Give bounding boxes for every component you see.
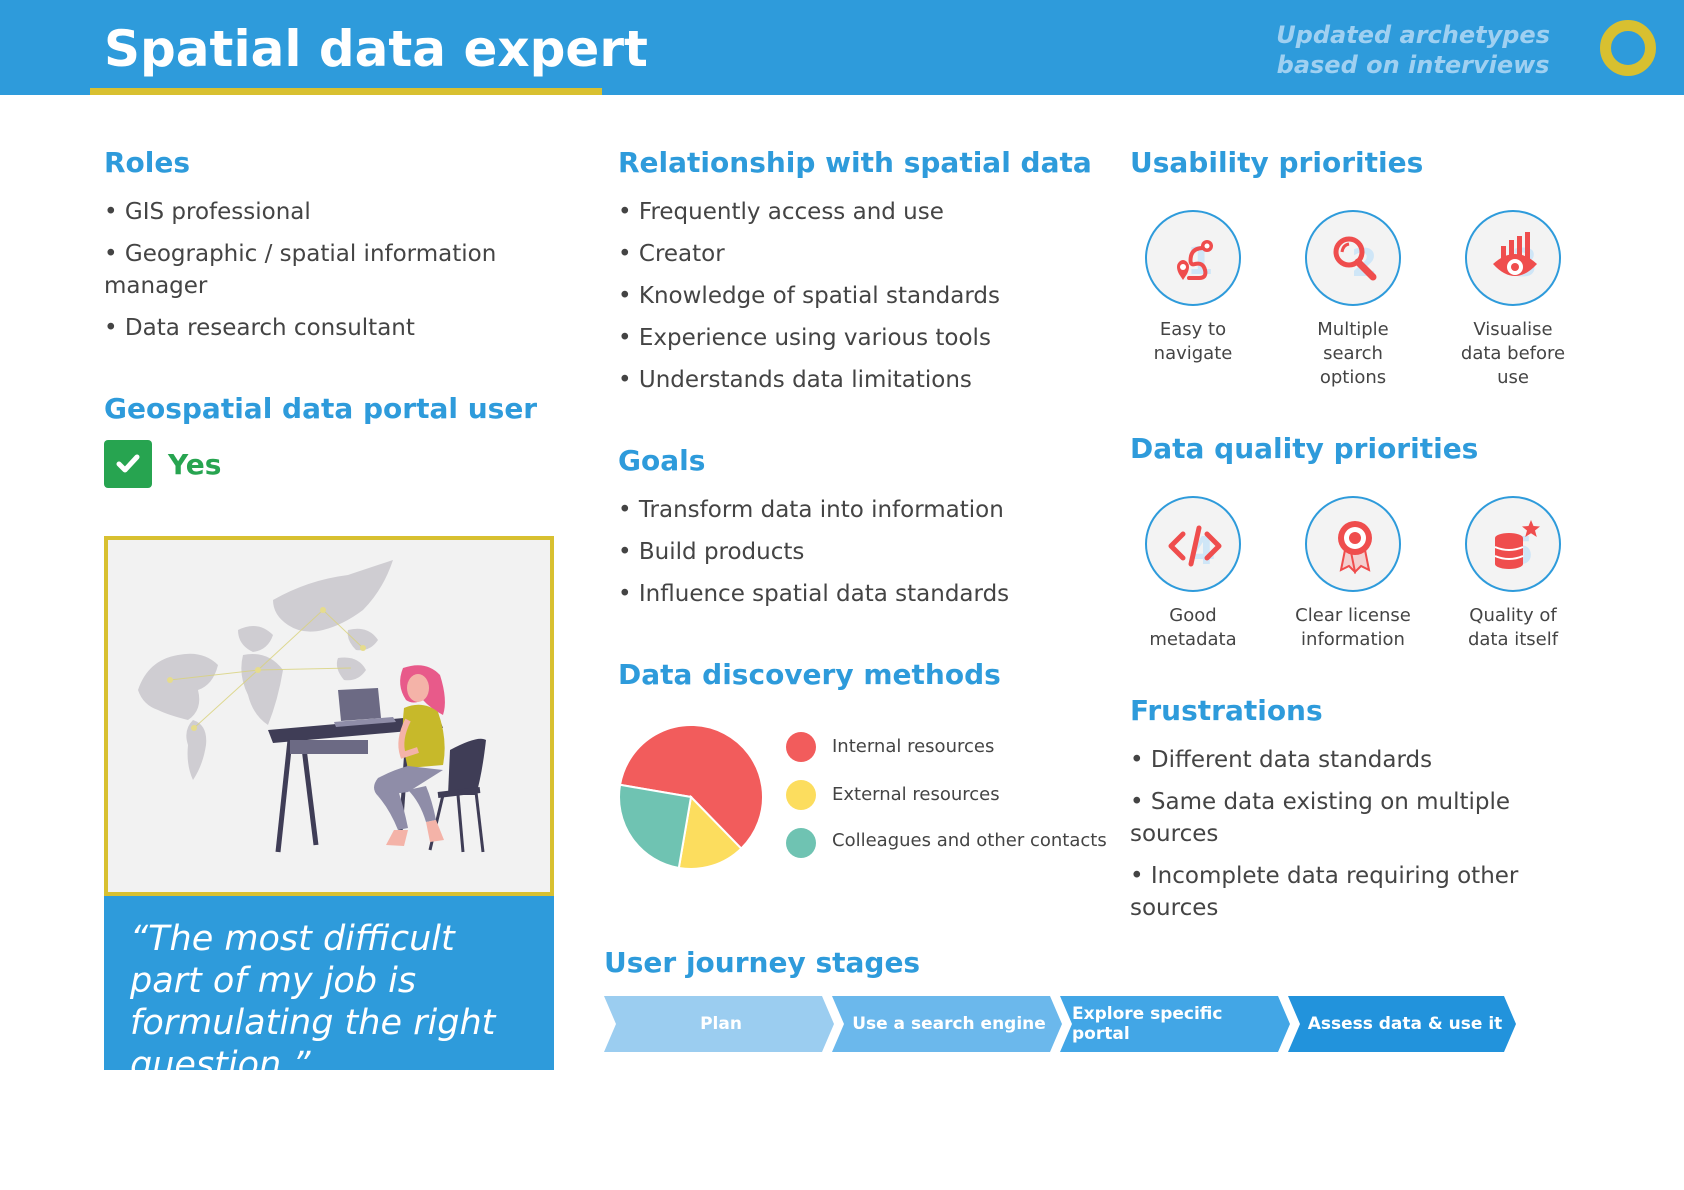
legend-swatch-colleagues <box>786 828 816 858</box>
legend-label-colleagues: Colleagues and other contacts <box>832 830 1107 851</box>
roles-list: GIS professional Geographic / spatial in… <box>104 196 544 354</box>
pie-slice-2 <box>618 783 693 870</box>
quality-badge <box>1305 496 1401 592</box>
list-item: Understands data limitations <box>618 364 1098 396</box>
relationship-heading: Relationship with spatial data <box>618 146 1092 179</box>
title-underline <box>90 88 602 95</box>
route-icon: 1 <box>1177 239 1213 283</box>
goals-heading: Goals <box>618 444 706 477</box>
list-item: Build products <box>618 536 1098 568</box>
legend-label-internal: Internal resources <box>832 736 995 757</box>
header-bar: Spatial data expert Updated archetypes b… <box>0 0 1684 95</box>
list-item: Geographic / spatial information manager <box>104 238 544 302</box>
quality-label: Good metadata <box>1149 605 1237 650</box>
magnifier-icon: 2 <box>1333 236 1377 285</box>
list-item: Knowledge of spatial standards <box>618 280 1098 312</box>
usability-badge: 1 <box>1145 210 1241 306</box>
quality-item-metadata: 4 Good metadata <box>1118 496 1268 652</box>
list-item: Creator <box>618 238 1098 270</box>
journey-stage-assess-data: Assess data & use it <box>1307 1014 1503 1034</box>
journey-stage-plan: Plan <box>700 1014 742 1034</box>
header-note-line-2: based on interviews <box>1276 51 1550 79</box>
award-icon <box>1338 521 1372 575</box>
goals-list: Transform data into information Build pr… <box>618 494 1098 620</box>
relationship-list: Frequently access and use Creator Knowle… <box>618 196 1098 406</box>
usability-item-navigate: 1 Easy to navigate <box>1118 210 1268 366</box>
world-map-desk-illustration <box>108 540 550 892</box>
quality-item-data: 5 Quality of data itself <box>1438 496 1588 652</box>
page-title: Spatial data expert <box>104 20 648 78</box>
usability-badge: 2 <box>1305 210 1401 306</box>
quality-badge: 4 <box>1145 496 1241 592</box>
database-star-icon: 5 <box>1494 520 1540 573</box>
list-item: Frequently access and use <box>618 196 1098 228</box>
usability-item-search: 2 Multiple search options <box>1278 210 1428 390</box>
frustrations-heading: Frustrations <box>1130 694 1323 727</box>
list-item: Same data existing on multiple sources <box>1130 786 1550 850</box>
list-item: GIS professional <box>104 196 544 228</box>
ring-logo-icon <box>1600 20 1656 76</box>
roles-heading: Roles <box>104 146 191 179</box>
usability-badge: 3 <box>1465 210 1561 306</box>
journey-stage-explore-portal: Explore specific portal <box>1072 1004 1223 1044</box>
list-item: Influence spatial data standards <box>618 578 1098 610</box>
quality-badge: 5 <box>1465 496 1561 592</box>
code-icon: 4 <box>1168 525 1222 573</box>
portal-user-heading: Geospatial data portal user <box>104 392 538 425</box>
checkbox-checked-icon <box>104 440 152 488</box>
quality-heading: Data quality priorities <box>1130 432 1479 465</box>
quote-text: “The most difficult part of my job is fo… <box>130 919 496 1085</box>
usability-item-visualise: 3 Visualise data before use <box>1438 210 1588 390</box>
illustration-woman-at-desk <box>104 536 554 896</box>
list-item: Experience using various tools <box>618 322 1098 354</box>
legend-swatch-internal <box>786 732 816 762</box>
legend-swatch-external <box>786 780 816 810</box>
header-note-line-1: Updated archetypes <box>1276 21 1550 49</box>
usability-label: Easy to navigate <box>1153 319 1233 364</box>
quality-label: Clear license information <box>1295 605 1411 650</box>
eye-chart-icon: 3 <box>1493 232 1537 285</box>
legend-label-external: External resources <box>832 784 1000 805</box>
usability-label: Visualise data before use <box>1460 319 1566 388</box>
usability-heading: Usability priorities <box>1130 146 1424 179</box>
discovery-pie-chart <box>618 724 764 870</box>
list-item: Incomplete data requiring other sources <box>1130 860 1550 924</box>
journey-stage-search-engine: Use a search engine <box>852 1014 1046 1034</box>
portal-user-value: Yes <box>168 448 222 481</box>
journey-heading: User journey stages <box>604 946 921 979</box>
quality-label: Quality of data itself <box>1467 605 1559 650</box>
list-item: Data research consultant <box>104 312 544 344</box>
usability-label: Multiple search options <box>1317 319 1389 388</box>
list-item: Different data standards <box>1130 744 1550 776</box>
discovery-heading: Data discovery methods <box>618 658 1001 691</box>
quote-box: “The most difficult part of my job is fo… <box>104 896 554 1085</box>
quality-item-license: Clear license information <box>1278 496 1428 652</box>
frustrations-list: Different data standards Same data exist… <box>1130 744 1550 934</box>
header-note: Updated archetypes based on interviews <box>1276 20 1550 80</box>
list-item: Transform data into information <box>618 494 1098 526</box>
